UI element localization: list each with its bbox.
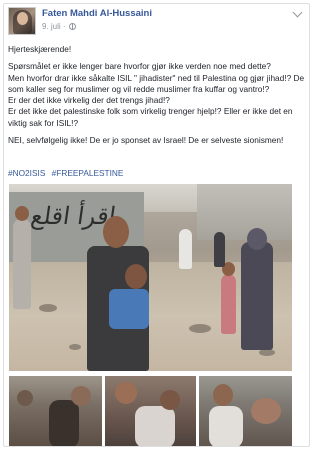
thumbnail-photo[interactable]: [105, 376, 196, 446]
hashtags: #NO2ISIS #FREEPALESTINE: [8, 168, 127, 178]
hashtag-link[interactable]: #FREEPALESTINE: [52, 168, 124, 178]
post-date[interactable]: 9. juli: [42, 22, 61, 31]
post-paragraph: NEI, selvfølgelig ikke! De er jo sponset…: [8, 135, 284, 146]
post-paragraph: Hjerteskjærende!: [8, 44, 72, 54]
thumbnail-photo[interactable]: [199, 376, 292, 446]
post-meta: 9. juli ·: [42, 22, 76, 31]
post-header: Faten Mahdi Al-Hussaini 9. juli ·: [8, 7, 305, 37]
post-card: Faten Mahdi Al-Hussaini 9. juli · Hjerte…: [3, 3, 310, 447]
avatar[interactable]: [8, 7, 36, 35]
post-text: Hjerteskjærende! Spørsmålet er ikke leng…: [8, 44, 307, 146]
author-name[interactable]: Faten Mahdi Al-Hussaini: [42, 8, 152, 19]
chevron-down-icon[interactable]: [292, 7, 303, 18]
post-paragraph: Men hvorfor drar ikke såkalte ISIL " jih…: [8, 72, 305, 94]
photo-thumbnails: [9, 376, 292, 446]
globe-icon: [68, 23, 76, 30]
post-paragraph: Spørsmålet er ikke lenger bare hvorfor g…: [8, 61, 271, 72]
post-paragraph: Er det ikke det palestinske folk som vir…: [8, 106, 293, 128]
post-paragraph: Er der det ikke virkelig der det trengs …: [8, 95, 170, 106]
main-photo[interactable]: إقرأ اقلع: [9, 184, 292, 371]
hashtag-link[interactable]: #NO2ISIS: [8, 168, 45, 178]
thumbnail-photo[interactable]: [9, 376, 102, 446]
